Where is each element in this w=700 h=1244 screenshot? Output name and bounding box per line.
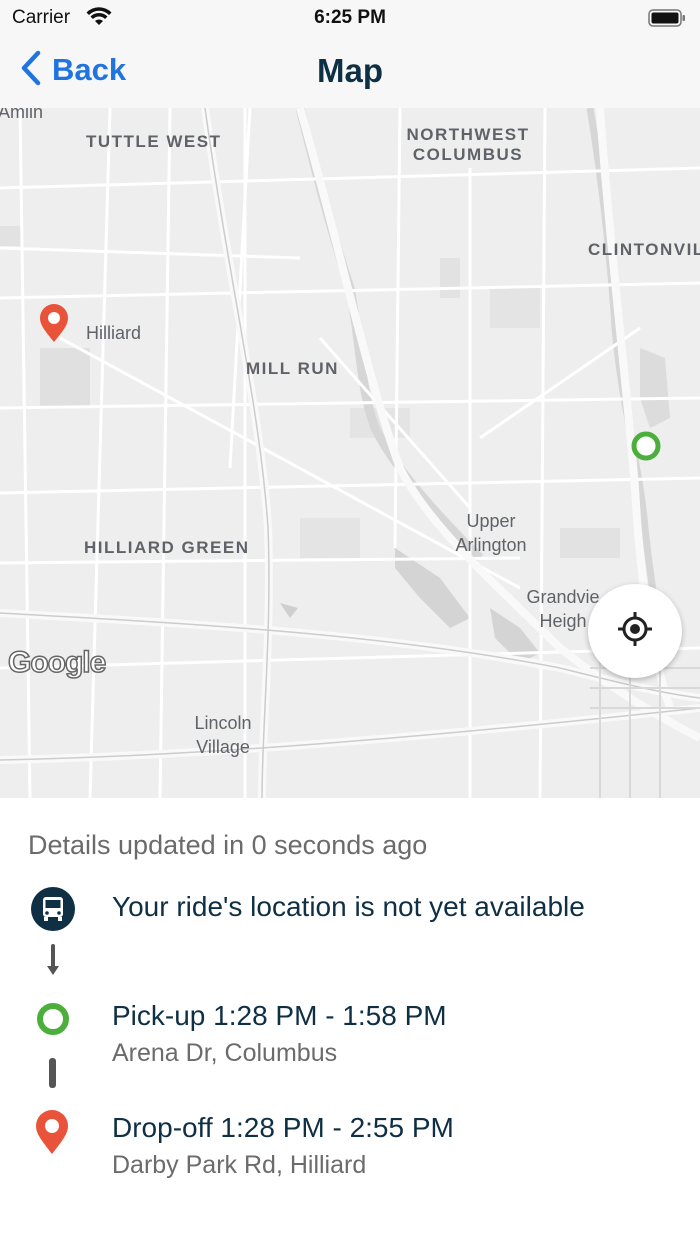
map-label-tuttle-west: TUTTLE WEST <box>86 132 222 151</box>
crosshair-icon <box>616 610 654 653</box>
arrow-down-icon <box>46 964 60 982</box>
connector-line <box>49 1058 56 1088</box>
map-label-mill-run: MILL RUN <box>246 359 339 378</box>
status-bar: Carrier 6:25 PM <box>0 0 700 36</box>
pickup-circle-icon <box>35 1001 71 1042</box>
navigation-bar: Back Map <box>0 36 700 108</box>
map-label-upper-arlington: Upper Arlington <box>455 511 527 555</box>
clock: 6:25 PM <box>314 7 386 28</box>
pickup-address: Arena Dr, Columbus <box>112 1039 338 1067</box>
dropoff-address: Darby Park Rd, Hilliard <box>112 1151 367 1179</box>
pickup-map-pin-icon[interactable] <box>630 430 662 467</box>
google-logo: Google <box>7 645 107 680</box>
map-label-clintonville: CLINTONVIL <box>588 240 700 259</box>
ride-location-status: Your ride's location is not yet availabl… <box>112 891 585 922</box>
my-location-button[interactable] <box>588 584 682 678</box>
map-view[interactable]: Amlin TUTTLE WEST NORTHWEST COLUMBUS CLI… <box>0 108 700 798</box>
map-label-northwest-columbus: NORTHWEST COLUMBUS <box>406 125 530 164</box>
page-title: Map <box>317 52 383 89</box>
map-label-hilliard: Hilliard <box>86 323 142 343</box>
dropoff-time: Drop-off 1:28 PM - 2:55 PM <box>112 1112 454 1143</box>
dropoff-pin-icon <box>33 1110 71 1161</box>
battery-icon <box>648 9 686 32</box>
map-roads <box>0 108 700 798</box>
dropoff-map-pin-icon[interactable] <box>37 304 71 349</box>
pickup-time: Pick-up 1:28 PM - 1:58 PM <box>112 1000 447 1031</box>
updated-text: Details updated in 0 seconds ago <box>28 830 428 860</box>
map-label-lincoln-village: Lincoln Village <box>194 713 252 757</box>
map-label-hilliard-green: HILLIARD GREEN <box>84 538 250 557</box>
ride-details-panel: Details updated in 0 seconds ago Your ri… <box>0 798 700 1244</box>
bus-icon <box>30 886 76 937</box>
map-label-amlin: Amlin <box>0 108 44 122</box>
